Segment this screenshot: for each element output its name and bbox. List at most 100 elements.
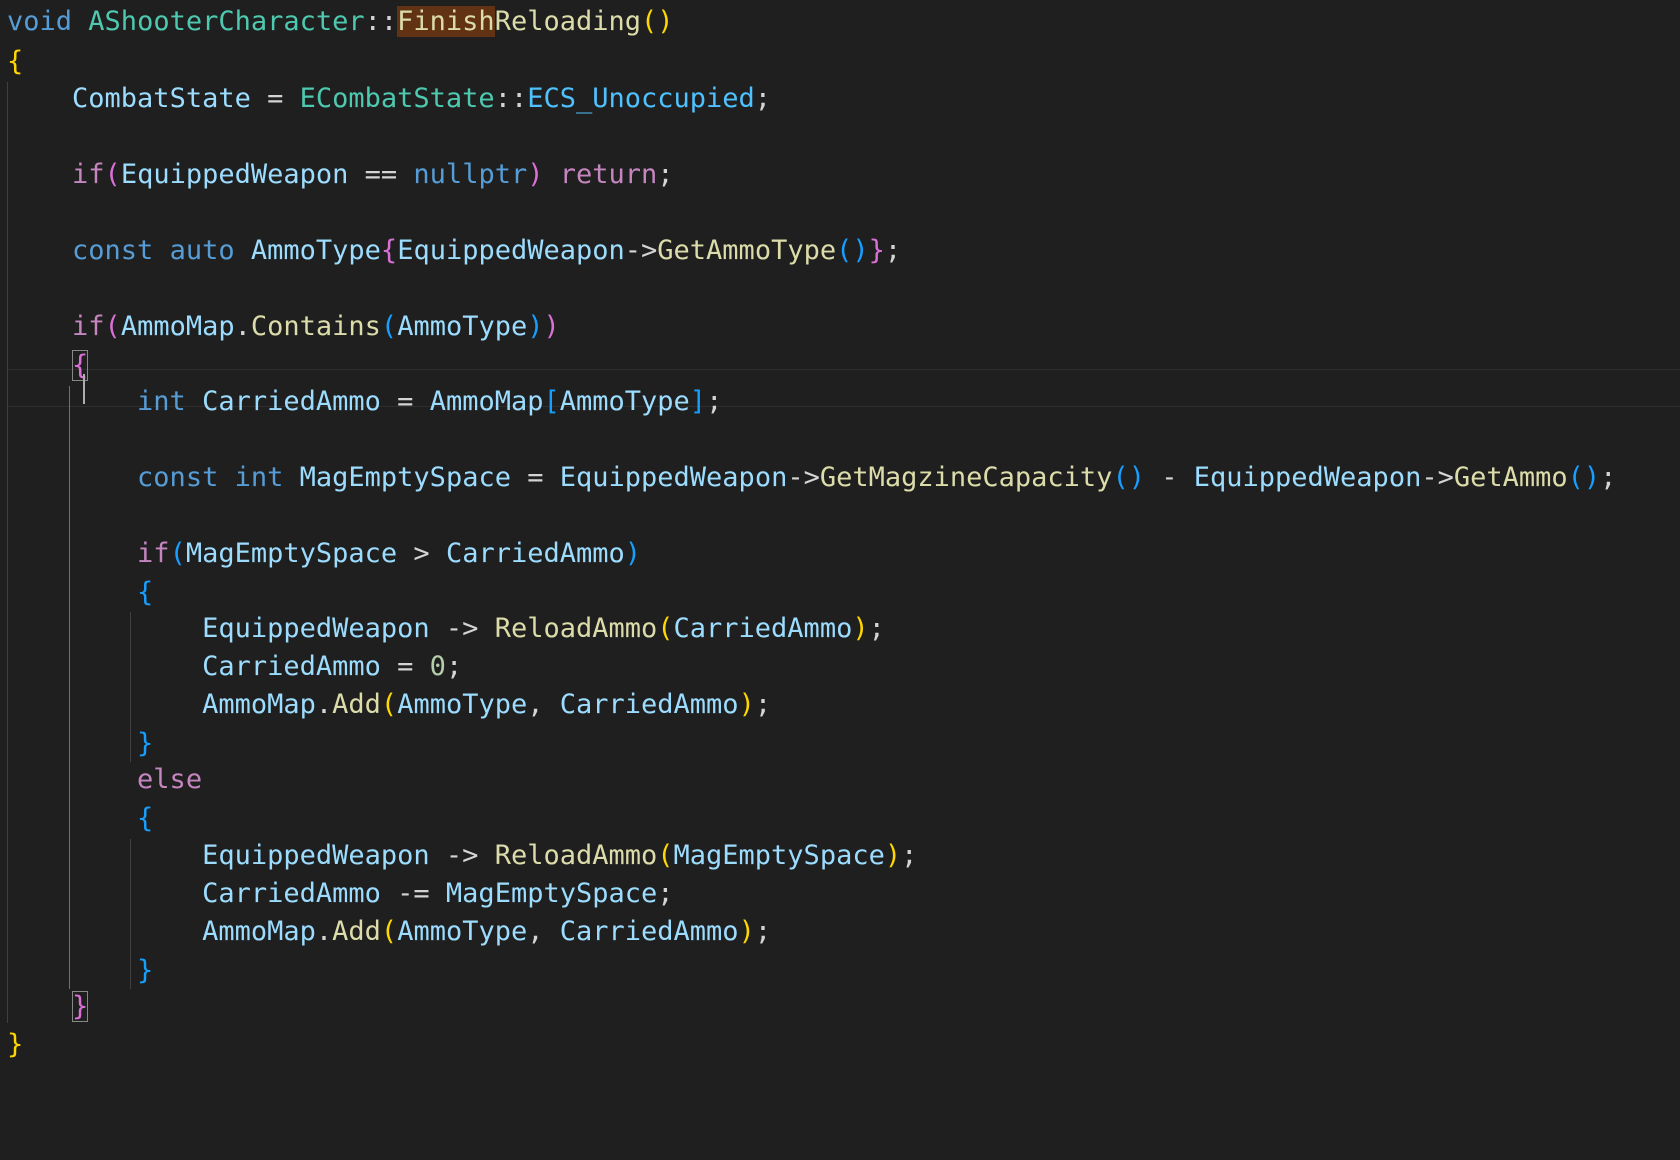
code-line[interactable]: { xyxy=(7,799,153,839)
code-token: GetAmmoType xyxy=(657,235,837,266)
code-token: ; xyxy=(754,916,772,947)
code-token: Add xyxy=(332,916,381,947)
code-line[interactable]: CarriedAmmo = 0; xyxy=(7,647,462,687)
code-token: . xyxy=(234,311,251,342)
code-token: ( xyxy=(380,689,398,720)
code-token: -> xyxy=(429,613,495,644)
code-token: MagEmptySpace xyxy=(673,840,885,871)
code-token: -> xyxy=(1421,462,1454,493)
code-token: AShooterCharacter xyxy=(88,6,365,37)
code-token: ) xyxy=(738,689,755,720)
code-line[interactable]: { xyxy=(7,573,153,613)
code-token: AmmoType xyxy=(250,235,381,266)
code-token: nullptr xyxy=(413,159,528,190)
code-token: ReloadAmmo xyxy=(494,840,658,871)
code-token: if xyxy=(72,159,105,190)
code-token: CarriedAmmo xyxy=(673,613,853,644)
code-token: AmmoType xyxy=(397,916,528,947)
code-line[interactable]: if(MagEmptySpace > CarriedAmmo) xyxy=(7,534,641,574)
code-token: AmmoType xyxy=(559,386,690,417)
code-token: = xyxy=(380,386,430,417)
code-token: { xyxy=(380,235,398,266)
code-line[interactable]: else xyxy=(7,760,202,800)
code-token: else xyxy=(137,764,203,795)
code-token: auto xyxy=(169,235,235,266)
code-token: MagEmptySpace xyxy=(445,878,658,909)
code-token: void xyxy=(7,6,73,37)
code-token: () xyxy=(641,6,674,37)
code-token: if xyxy=(137,538,170,569)
code-line[interactable]: } xyxy=(7,724,153,764)
code-token: const xyxy=(137,462,219,493)
code-token: ) xyxy=(527,311,544,342)
code-token: , xyxy=(527,916,560,947)
code-token: :: xyxy=(494,83,528,114)
code-line[interactable]: const int MagEmptySpace = EquippedWeapon… xyxy=(7,458,1616,498)
code-line[interactable]: { xyxy=(7,346,89,386)
code-token: - xyxy=(1144,462,1194,493)
code-token: () xyxy=(1567,462,1601,493)
code-line[interactable]: } xyxy=(7,1025,23,1065)
code-line[interactable]: if(EquippedWeapon == nullptr) return; xyxy=(7,155,674,195)
code-token: = xyxy=(380,651,430,682)
code-line[interactable]: EquippedWeapon -> ReloadAmmo(CarriedAmmo… xyxy=(7,609,885,649)
code-line[interactable]: { xyxy=(7,42,23,82)
code-token: return xyxy=(559,159,658,190)
code-token: CombatState xyxy=(72,83,251,114)
code-line[interactable]: const auto AmmoType{EquippedWeapon->GetA… xyxy=(7,231,901,271)
code-token: ) xyxy=(527,159,544,190)
code-line[interactable]: AmmoMap.Add(AmmoType, CarriedAmmo); xyxy=(7,685,771,725)
code-token: CarriedAmmo xyxy=(559,916,739,947)
code-line[interactable]: int CarriedAmmo = AmmoMap[AmmoType]; xyxy=(7,382,722,422)
code-token: 0 xyxy=(429,651,446,682)
code-line[interactable]: } xyxy=(7,987,89,1027)
code-token: () xyxy=(836,235,869,266)
code-token: ECS_Unoccupied xyxy=(527,83,755,114)
code-token: -= xyxy=(380,878,446,909)
code-token: AmmoType xyxy=(397,311,528,342)
code-token: } xyxy=(137,728,154,759)
code-line[interactable]: EquippedWeapon -> ReloadAmmo(MagEmptySpa… xyxy=(7,836,917,876)
code-token: ; xyxy=(884,235,902,266)
code-token: ( xyxy=(380,916,398,947)
code-line[interactable]: if(AmmoMap.Contains(AmmoType)) xyxy=(7,307,560,347)
code-token: Add xyxy=(332,689,381,720)
code-token: = xyxy=(510,462,560,493)
code-editor[interactable]: void AShooterCharacter::FinishReloading(… xyxy=(0,0,1680,1160)
code-line[interactable]: CombatState = ECombatState::ECS_Unoccupi… xyxy=(7,79,771,119)
code-line[interactable]: } xyxy=(7,951,153,991)
code-token: ) xyxy=(543,311,560,342)
code-token: } xyxy=(7,1029,24,1060)
code-line[interactable]: CarriedAmmo -= MagEmptySpace; xyxy=(7,874,673,914)
code-token: ) xyxy=(884,840,902,871)
code-line[interactable]: AmmoMap.Add(AmmoType, CarriedAmmo); xyxy=(7,912,771,952)
code-token: CarriedAmmo xyxy=(445,538,625,569)
code-token: ) xyxy=(852,613,869,644)
code-token: ; xyxy=(1600,462,1617,493)
text-cursor xyxy=(83,374,85,404)
code-token: { xyxy=(137,803,154,834)
code-token: EquippedWeapon xyxy=(559,462,788,493)
code-token: int xyxy=(234,462,284,493)
code-token: , xyxy=(527,689,560,720)
code-token: CarriedAmmo xyxy=(559,689,739,720)
code-token: = xyxy=(250,83,300,114)
code-line[interactable]: void AShooterCharacter::FinishReloading(… xyxy=(7,2,674,42)
code-token: } xyxy=(137,955,154,986)
code-token: ; xyxy=(445,651,463,682)
